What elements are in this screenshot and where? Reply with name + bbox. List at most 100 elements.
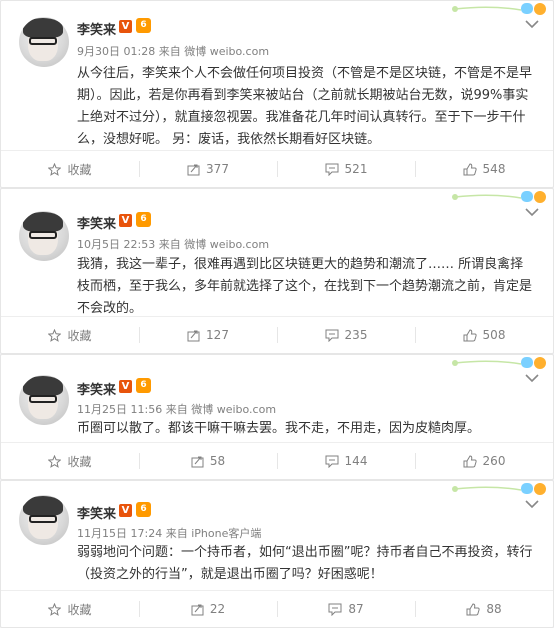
favorite-label: 收藏 — [67, 454, 92, 469]
avatar[interactable] — [19, 17, 69, 67]
post-time[interactable]: 11月15日 17:24 — [77, 527, 162, 540]
level-badge: 6 — [136, 212, 151, 227]
repost-icon — [191, 604, 204, 615]
comment-icon — [325, 329, 339, 342]
post-time[interactable]: 11月25日 11:56 — [77, 403, 162, 416]
post-meta: 11月25日 11:56 来自 微博 weibo.com — [77, 401, 276, 417]
comment-count: 521 — [344, 162, 368, 176]
star-icon — [48, 454, 62, 468]
like-count: 548 — [482, 162, 506, 176]
post-meta: 10月5日 22:53 来自 微博 weibo.com — [77, 236, 269, 252]
source-prefix: 来自 — [165, 403, 188, 416]
thumbs-up-icon — [463, 454, 477, 467]
author-name[interactable]: 李笑来 — [77, 503, 116, 522]
chevron-down-icon[interactable] — [525, 373, 539, 383]
decoration-icon — [452, 3, 546, 15]
comment-button[interactable]: 521 — [277, 151, 415, 187]
decoration-icon — [452, 191, 546, 203]
weibo-feed: 李笑来 V 6 9月30日 01:28 来自 微博 weibo.com 从今往后… — [0, 0, 554, 628]
like-count: 508 — [482, 328, 506, 342]
favorite-label: 收藏 — [67, 602, 92, 617]
comment-icon — [325, 455, 339, 468]
author-name[interactable]: 李笑来 — [77, 379, 116, 398]
chevron-down-icon[interactable] — [525, 207, 539, 217]
favorite-button[interactable]: 收藏 — [1, 591, 139, 627]
weibo-post: 李笑来 V 6 11月15日 17:24 来自 iPhone客户端 弱弱地问个问… — [0, 480, 554, 628]
post-text: 弱弱地问个问题：一个持币者，如何“退出币圈”呢？持币者自己不再投资，转行（投资之… — [77, 545, 533, 582]
like-count: 260 — [482, 454, 506, 468]
favorite-label: 收藏 — [67, 328, 92, 343]
like-button[interactable]: 260 — [415, 443, 553, 479]
comment-button[interactable]: 144 — [277, 443, 415, 479]
repost-count: 22 — [209, 602, 226, 616]
comment-icon — [328, 603, 342, 616]
comment-icon — [325, 163, 339, 176]
weibo-post: 李笑来 V 6 10月5日 22:53 来自 微博 weibo.com 我猜，我… — [0, 188, 554, 354]
star-icon — [48, 162, 62, 176]
post-time[interactable]: 10月5日 22:53 — [77, 238, 155, 251]
thumbs-up-icon — [463, 328, 477, 341]
favorite-button[interactable]: 收藏 — [1, 151, 139, 187]
action-bar: 收藏 58 144 260 — [1, 442, 553, 479]
source-prefix: 来自 — [158, 45, 181, 58]
author-name[interactable]: 李笑来 — [77, 213, 116, 232]
avatar[interactable] — [19, 211, 69, 261]
verified-badge: V — [119, 504, 132, 517]
post-source[interactable]: 微博 weibo.com — [191, 403, 276, 416]
like-button[interactable]: 508 — [415, 317, 553, 353]
post-source[interactable]: 微博 weibo.com — [184, 45, 269, 58]
comment-button[interactable]: 87 — [277, 591, 415, 627]
repost-button[interactable]: 377 — [139, 151, 277, 187]
post-text: 我猜，我这一辈子，很难再遇到比区块链更大的趋势和潮流了…… 所谓良禽择枝而栖，至… — [77, 257, 533, 316]
favorite-label: 收藏 — [67, 162, 92, 177]
post-time[interactable]: 9月30日 01:28 — [77, 45, 155, 58]
repost-button[interactable]: 58 — [139, 443, 277, 479]
action-bar: 收藏 377 521 548 — [1, 150, 553, 187]
post-text: 从今往后，李笑来个人不会做任何项目投资（不管是不是区块链，不管是不是早期）。因此… — [77, 66, 533, 147]
verified-badge: V — [119, 380, 132, 393]
action-bar: 收藏 22 87 88 — [1, 590, 553, 627]
decoration-icon — [452, 357, 546, 369]
post-source[interactable]: iPhone客户端 — [191, 527, 261, 540]
repost-button[interactable]: 22 — [139, 591, 277, 627]
repost-count: 377 — [206, 162, 229, 176]
author-name[interactable]: 李笑来 — [77, 19, 116, 38]
level-badge: 6 — [136, 378, 151, 393]
avatar[interactable] — [19, 495, 69, 545]
favorite-button[interactable]: 收藏 — [1, 317, 139, 353]
post-meta: 9月30日 01:28 来自 微博 weibo.com — [77, 43, 269, 59]
action-bar: 收藏 127 235 508 — [1, 316, 553, 353]
verified-badge: V — [119, 214, 132, 227]
repost-button[interactable]: 127 — [139, 317, 277, 353]
repost-icon — [187, 330, 200, 341]
comment-count: 144 — [344, 454, 368, 468]
source-prefix: 来自 — [158, 238, 181, 251]
repost-icon — [187, 164, 200, 175]
level-badge: 6 — [136, 502, 151, 517]
comment-count: 235 — [344, 328, 368, 342]
thumbs-up-icon — [466, 602, 480, 615]
like-button[interactable]: 548 — [415, 151, 553, 187]
chevron-down-icon[interactable] — [525, 19, 539, 29]
thumbs-up-icon — [463, 162, 477, 175]
verified-badge: V — [119, 20, 132, 33]
favorite-button[interactable]: 收藏 — [1, 443, 139, 479]
star-icon — [48, 602, 62, 616]
weibo-post: 李笑来 V 6 11月25日 11:56 来自 微博 weibo.com 币圈可… — [0, 354, 554, 480]
comment-count: 87 — [348, 602, 364, 616]
repost-icon — [191, 456, 204, 467]
level-badge: 6 — [136, 18, 151, 33]
post-meta: 11月15日 17:24 来自 iPhone客户端 — [77, 525, 261, 541]
weibo-post: 李笑来 V 6 9月30日 01:28 来自 微博 weibo.com 从今往后… — [0, 0, 554, 188]
star-icon — [48, 328, 62, 342]
like-count: 88 — [486, 602, 502, 616]
repost-count: 127 — [206, 328, 229, 342]
chevron-down-icon[interactable] — [525, 499, 539, 509]
avatar[interactable] — [19, 375, 69, 425]
like-button[interactable]: 88 — [415, 591, 553, 627]
post-source[interactable]: 微博 weibo.com — [184, 238, 269, 251]
post-text: 币圈可以散了。都该干嘛干嘛去罢。我不走，不用走，因为皮糙肉厚。 — [77, 421, 481, 436]
repost-count: 58 — [209, 454, 226, 468]
decoration-icon — [452, 483, 546, 495]
comment-button[interactable]: 235 — [277, 317, 415, 353]
